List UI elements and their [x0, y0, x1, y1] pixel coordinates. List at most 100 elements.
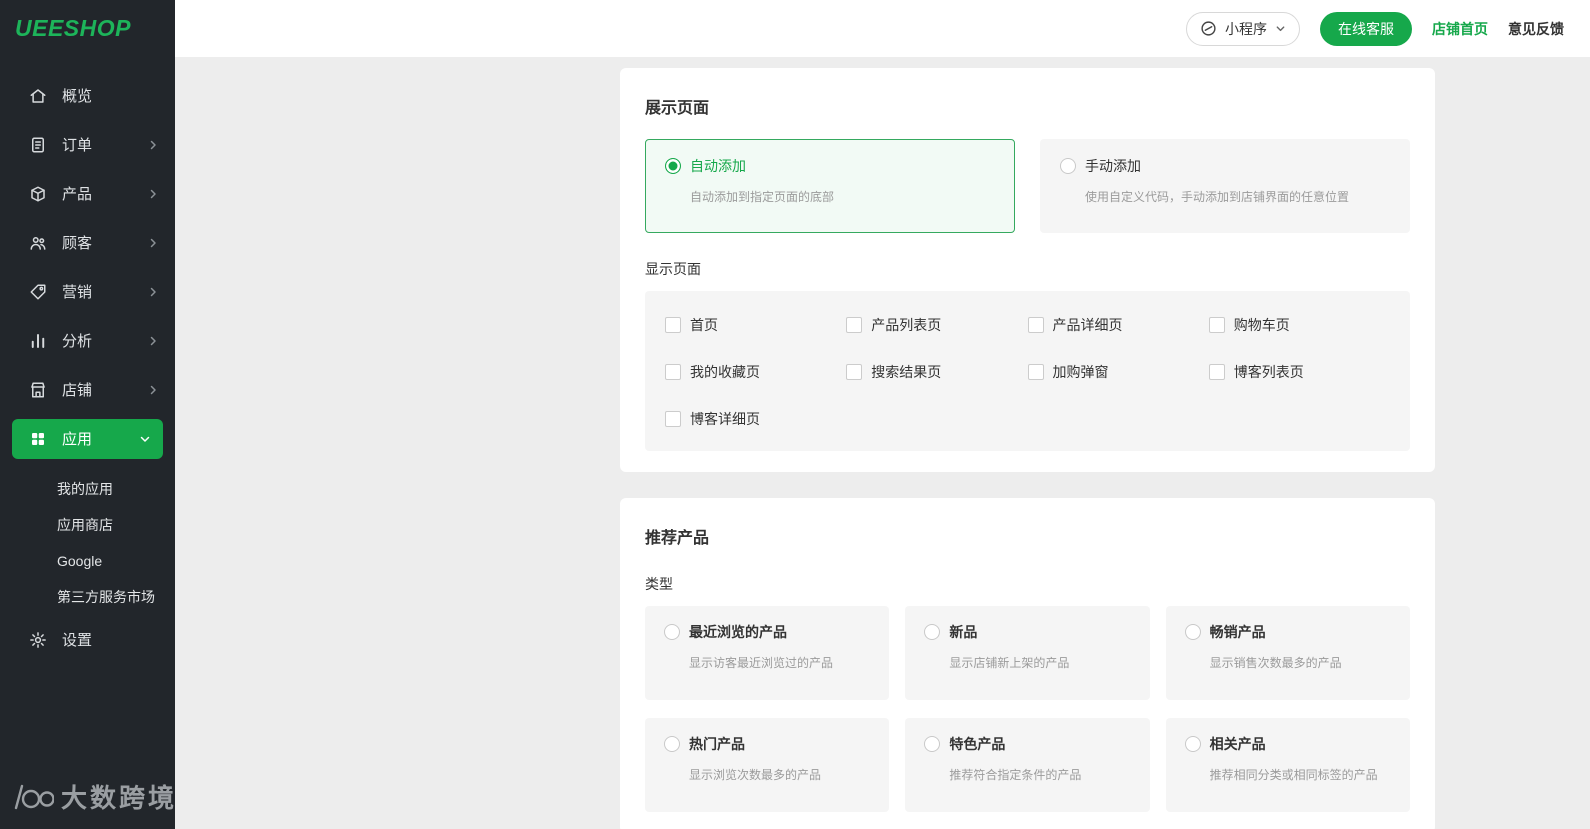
page-checkbox-blog-list[interactable]: 博客列表页 [1208, 362, 1390, 382]
online-customer-service-button[interactable]: 在线客服 [1320, 11, 1412, 46]
radio-unchecked-icon[interactable] [924, 736, 941, 752]
page-checkbox-product-detail[interactable]: 产品详细页 [1027, 315, 1209, 335]
option-label: 最近浏览的产品 [689, 624, 787, 640]
order-icon [29, 136, 47, 154]
checkbox-label: 产品详细页 [1052, 317, 1123, 333]
recommend-option-best-sellers[interactable]: 畅销产品 显示销售次数最多的产品 [1165, 606, 1410, 700]
display-page-card: 展示页面 自动添加 自动添加到指定页面的底部 手动添加 使用自定义代码，手动添加… [620, 68, 1435, 472]
option-description: 使用自定义代码，手动添加到店铺界面的任意位置 [1085, 190, 1350, 204]
checkbox-icon[interactable] [1208, 317, 1225, 333]
pages-checkbox-panel: 首页 产品列表页 产品详细页 购物车页 我的收藏页 搜索结果页 加购弹窗 博客列… [645, 291, 1410, 451]
sidebar-item-label: 设置 [62, 632, 93, 649]
checkbox-icon[interactable] [1027, 317, 1044, 333]
miniprogram-label: 小程序 [1225, 20, 1267, 37]
radio-unchecked-icon[interactable] [924, 624, 941, 640]
analytics-icon [29, 332, 47, 350]
sidebar-item-label: 店铺 [62, 382, 93, 399]
feedback-link[interactable]: 意见反馈 [1508, 19, 1564, 39]
ueeshop-logo: UEESHOP [15, 15, 131, 41]
sidebar-item-store[interactable]: 店铺 [0, 365, 175, 414]
chevron-down-icon [1276, 26, 1285, 32]
recommend-option-popular[interactable]: 热门产品 显示浏览次数最多的产品 [645, 718, 890, 812]
recommend-option-related[interactable]: 相关产品 推荐相同分类或相同标签的产品 [1165, 718, 1410, 812]
option-description: 显示店铺新上架的产品 [949, 656, 1070, 670]
option-description: 自动添加到指定页面的底部 [690, 190, 835, 204]
manual-add-option-card[interactable]: 手动添加 使用自定义代码，手动添加到店铺界面的任意位置 [1040, 139, 1410, 233]
radio-unchecked-icon[interactable] [1184, 624, 1201, 640]
page-checkbox-wishlist[interactable]: 我的收藏页 [665, 362, 846, 382]
add-mode-options: 自动添加 自动添加到指定页面的底部 手动添加 使用自定义代码，手动添加到店铺界面… [645, 139, 1410, 233]
content-column: 展示页面 自动添加 自动添加到指定页面的底部 手动添加 使用自定义代码，手动添加… [620, 57, 1435, 829]
checkbox-icon[interactable] [665, 317, 681, 333]
radio-checked-icon[interactable] [665, 158, 681, 174]
sidebar-item-label: 应用 [62, 431, 93, 448]
page-checkbox-blog-detail[interactable]: 博客详细页 [665, 409, 846, 429]
option-label: 新品 [949, 624, 978, 640]
recommend-products-card: 推荐产品 类型 最近浏览的产品 显示访客最近浏览过的产品 新品 显示店铺新上架的… [620, 498, 1435, 829]
sidebar-submenu-my-apps[interactable]: 我的应用 [0, 471, 175, 507]
auto-add-option-card[interactable]: 自动添加 自动添加到指定页面的底部 [645, 139, 1015, 233]
recommend-option-featured[interactable]: 特色产品 推荐符合指定条件的产品 [905, 718, 1150, 812]
miniprogram-selector[interactable]: 小程序 [1186, 11, 1300, 46]
watermark-logo-icon [14, 784, 54, 809]
apps-icon [29, 430, 47, 448]
sidebar-item-analytics[interactable]: 分析 [0, 316, 175, 365]
page-checkbox-search-results[interactable]: 搜索结果页 [846, 362, 1027, 382]
chevron-right-icon [147, 188, 159, 200]
radio-unchecked-icon[interactable] [664, 624, 680, 640]
page-checkbox-home[interactable]: 首页 [665, 315, 846, 335]
watermark: 大数跨境 [10, 778, 177, 815]
option-label: 手动添加 [1085, 158, 1141, 174]
store-icon [29, 381, 47, 399]
option-label: 特色产品 [949, 736, 1006, 752]
checkbox-icon[interactable] [846, 364, 863, 380]
option-label: 热门产品 [689, 736, 745, 752]
radio-unchecked-icon[interactable] [664, 736, 680, 752]
option-description: 推荐相同分类或相同标签的产品 [1209, 768, 1378, 782]
option-description: 显示销售次数最多的产品 [1209, 656, 1342, 670]
sidebar-item-orders[interactable]: 订单 [0, 120, 175, 169]
option-description: 显示浏览次数最多的产品 [689, 768, 822, 782]
checkbox-label: 产品列表页 [871, 317, 942, 333]
gear-icon [29, 631, 47, 649]
option-label: 自动添加 [690, 158, 746, 174]
checkbox-label: 博客列表页 [1233, 364, 1304, 380]
chevron-right-icon [147, 384, 159, 396]
sidebar-submenu-google[interactable]: Google [0, 543, 175, 579]
recommend-option-new-arrivals[interactable]: 新品 显示店铺新上架的产品 [905, 606, 1150, 700]
sidebar-item-label: 分析 [62, 333, 93, 350]
checkbox-icon[interactable] [665, 364, 681, 380]
sidebar-item-overview[interactable]: 概览 [0, 71, 175, 120]
page-checkbox-product-list[interactable]: 产品列表页 [846, 315, 1027, 335]
sidebar-submenu-app-store[interactable]: 应用商店 [0, 507, 175, 543]
store-home-link[interactable]: 店铺首页 [1432, 19, 1488, 39]
sidebar-nav: 概览 订单 产品 顾客 营销 分析 店铺 应用 我的应用 应用商店 Google… [0, 57, 175, 664]
watermark-text: 大数跨境 [61, 783, 178, 813]
checkbox-icon[interactable] [1027, 364, 1044, 380]
sidebar-item-apps[interactable]: 应用 [12, 418, 163, 459]
checkbox-label: 博客详细页 [690, 411, 760, 427]
sidebar-item-label: 概览 [62, 88, 93, 105]
recommend-option-recently-viewed[interactable]: 最近浏览的产品 显示访客最近浏览过的产品 [645, 606, 890, 700]
sidebar-item-marketing[interactable]: 营销 [0, 267, 175, 316]
checkbox-icon[interactable] [846, 317, 863, 333]
option-label: 相关产品 [1209, 736, 1266, 752]
radio-unchecked-icon[interactable] [1060, 158, 1076, 174]
chevron-right-icon [147, 139, 159, 151]
sidebar-submenu-third-party[interactable]: 第三方服务市场 [0, 579, 175, 615]
sidebar-item-settings[interactable]: 设置 [0, 615, 175, 664]
recommend-products-title: 推荐产品 [645, 530, 710, 547]
checkbox-label: 首页 [690, 317, 718, 333]
page-checkbox-add-to-cart-popup[interactable]: 加购弹窗 [1027, 362, 1209, 382]
chevron-right-icon [147, 237, 159, 249]
radio-unchecked-icon[interactable] [1184, 736, 1201, 752]
chevron-right-icon [147, 335, 159, 347]
sidebar-item-customers[interactable]: 顾客 [0, 218, 175, 267]
option-label: 畅销产品 [1209, 624, 1266, 640]
page-checkbox-cart[interactable]: 购物车页 [1208, 315, 1390, 335]
sidebar-item-products[interactable]: 产品 [0, 169, 175, 218]
checkbox-icon[interactable] [665, 411, 681, 427]
product-icon [29, 185, 47, 203]
miniprogram-icon [1201, 21, 1216, 36]
checkbox-icon[interactable] [1208, 364, 1225, 380]
